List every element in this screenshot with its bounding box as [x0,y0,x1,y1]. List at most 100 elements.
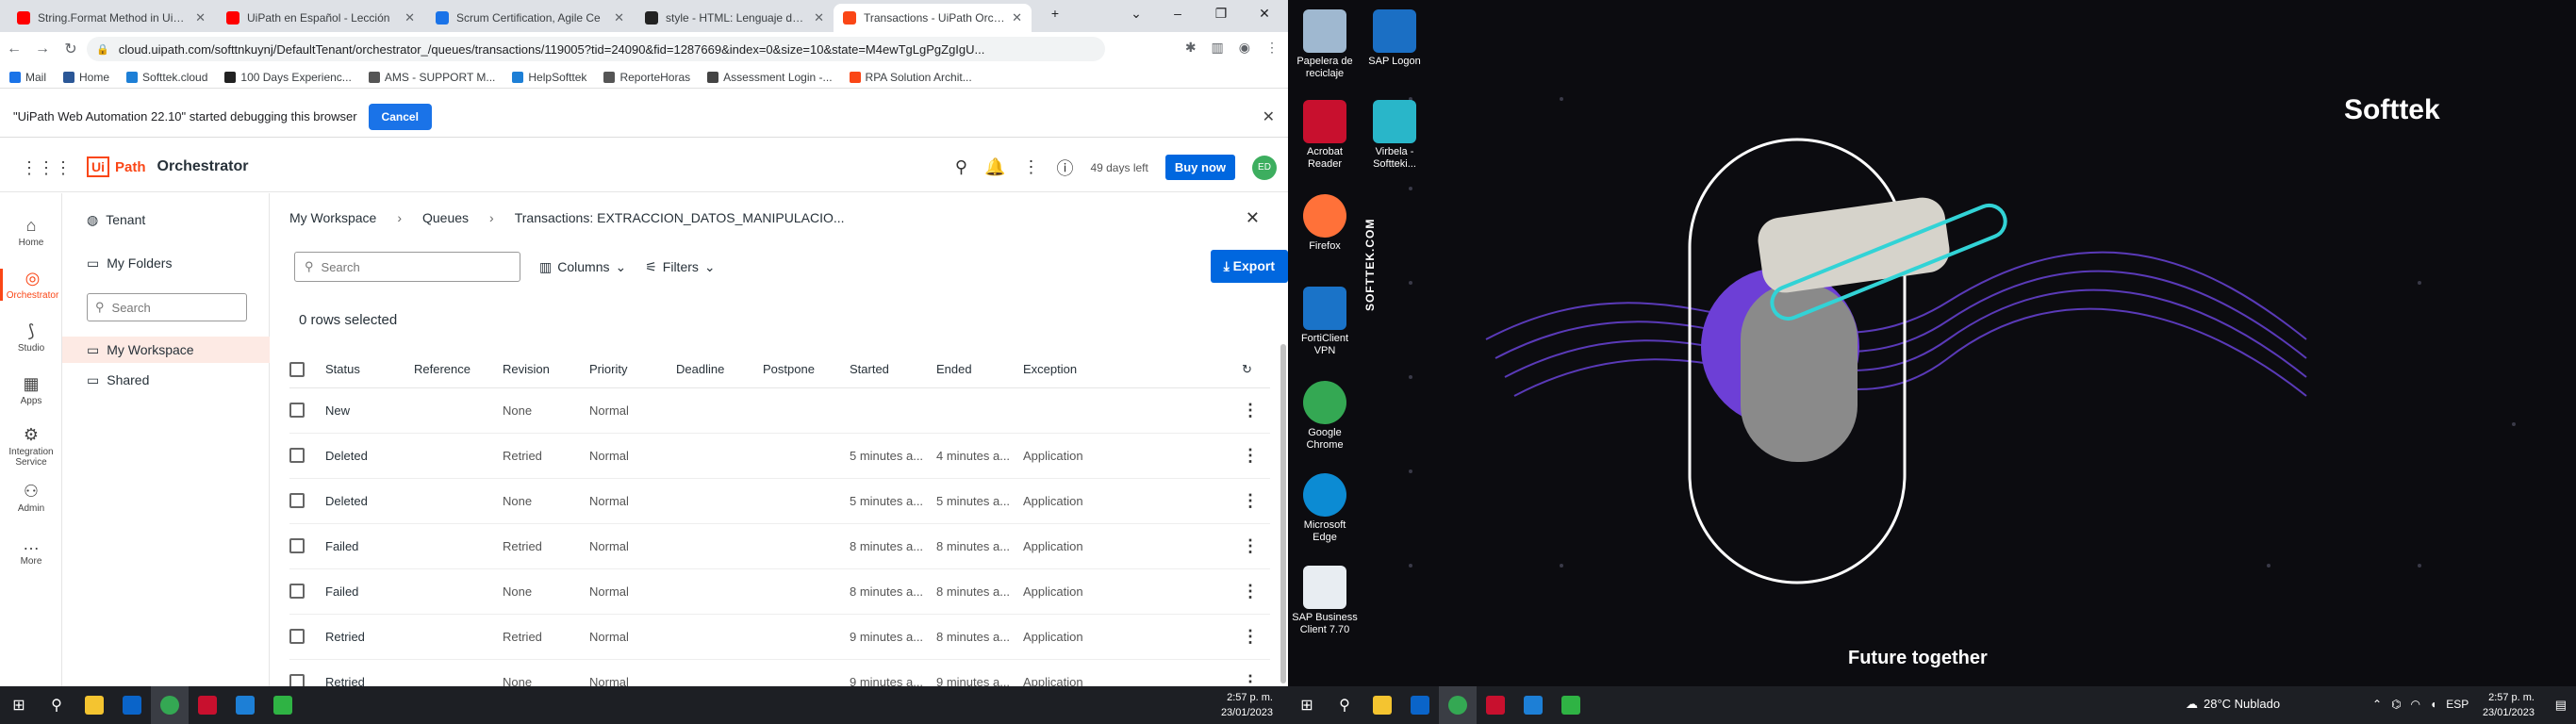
rail-apps[interactable]: ▦ Apps [0,374,62,406]
start-button-icon[interactable]: ⊞ [1288,686,1326,724]
table-row[interactable]: Retried None Normal 9 minutes a... 9 minutes… [289,659,1270,686]
row-actions-icon[interactable]: ⋮ [1242,582,1259,601]
folder-my-workspace[interactable]: ▭ My Workspace [62,337,270,363]
acrobat-icon[interactable] [189,686,226,724]
my-folders-header[interactable]: ▭ My Folders [62,250,270,276]
uipath-assistant-icon[interactable] [1552,686,1590,724]
column-header[interactable]: Exception [1023,352,1242,388]
bookmark[interactable]: Mail [9,71,46,84]
language-indicator[interactable]: ESP [2446,698,2469,711]
desktop-icon-sap-business-client[interactable]: SAP Business Client 7.70 [1292,566,1358,636]
outlook-icon[interactable] [113,686,151,724]
more-icon[interactable]: ⋮ [1022,157,1039,177]
bookmark[interactable]: AMS - SUPPORT M... [368,71,495,84]
file-explorer-icon[interactable] [1363,686,1401,724]
rail-studio[interactable]: ⟆ Studio [0,321,62,354]
bookmark[interactable]: Assessment Login -... [707,71,833,84]
close-tab-icon[interactable]: ✕ [614,10,624,25]
row-checkbox[interactable] [289,629,305,645]
avatar[interactable]: ED [1252,155,1277,180]
sidebar-icon[interactable]: ▥ [1212,40,1224,56]
row-actions-icon[interactable]: ⋮ [1242,672,1259,687]
columns-button[interactable]: ▥ Columns ⌄ [539,259,626,275]
filters-button[interactable]: ⚟ Filters ⌄ [645,259,715,275]
rail-integration-service[interactable]: ⚙ Integration Service [0,425,62,468]
row-checkbox[interactable] [289,403,305,419]
refresh-icon[interactable]: ↻ [1242,362,1252,376]
forward-icon[interactable]: → [28,41,57,58]
desktop-icon-firefox[interactable]: Firefox [1292,194,1358,253]
outlook-icon[interactable] [1401,686,1439,724]
uipath-assistant-icon[interactable] [264,686,302,724]
softtek-app-icon[interactable] [226,686,264,724]
taskbar-clock[interactable]: 2:57 p. m. 23/01/2023 [2483,690,2535,720]
softtek-app-icon[interactable] [1514,686,1552,724]
rail-orchestrator[interactable]: ◎ Orchestrator [0,269,62,301]
desktop-icon-recycle-bin[interactable]: Papelera de reciclaje [1292,9,1358,80]
extensions-icon[interactable]: ✱ [1185,40,1197,56]
row-checkbox[interactable] [289,674,305,686]
desktop-icon-virbela[interactable]: Virbela - Softteki... [1362,100,1428,171]
profile-icon[interactable]: ◉ [1239,40,1250,56]
cancel-debug-button[interactable]: Cancel [368,103,432,130]
restore-icon[interactable]: ❐ [1207,6,1235,22]
scrollbar[interactable] [1280,344,1286,683]
chevron-down-icon[interactable]: ⌄ [1122,6,1150,22]
table-row[interactable]: Retried Retried Normal 9 minutes a... 8 minu… [289,614,1270,660]
rail-more[interactable]: … More [0,535,62,567]
chrome-icon[interactable] [151,686,189,724]
column-header[interactable]: Ended [936,352,1023,388]
select-all-checkbox[interactable] [289,362,305,378]
browser-tab[interactable]: style - HTML: Lenguaje de etiq ✕ [636,4,834,32]
browser-tab[interactable]: String.Format Method in UiPath ✕ [8,4,215,32]
desktop-icon-forticlient[interactable]: FortiClient VPN [1292,287,1358,357]
menu-icon[interactable]: ⋮ [1265,40,1279,56]
close-icon[interactable]: ✕ [1263,107,1275,126]
breadcrumb-workspace[interactable]: My Workspace [289,210,376,225]
back-icon[interactable]: ← [0,41,28,58]
column-header[interactable]: Deadline [676,352,763,388]
app-launcher-icon[interactable]: ⋮⋮⋮ [21,158,72,178]
table-row[interactable]: New None Normal ⋮ [289,387,1270,434]
chevron-up-icon[interactable]: ⌃ [2372,698,2382,711]
column-header[interactable]: Status [325,352,414,388]
bookmark[interactable]: ReporteHoras [603,71,690,84]
bookmark[interactable]: 100 Days Experienc... [224,71,352,84]
column-header[interactable]: Reference [414,352,503,388]
column-header[interactable]: Revision [503,352,589,388]
reload-icon[interactable]: ↻ [57,40,85,58]
row-actions-icon[interactable]: ⋮ [1242,536,1259,555]
folder-search-input[interactable]: ⚲ Search [87,293,247,321]
buy-now-button[interactable]: Buy now [1164,155,1235,180]
folder-shared[interactable]: ▭ Shared [62,367,270,393]
bookmark[interactable]: Softtek.cloud [126,71,207,84]
row-checkbox[interactable] [289,493,305,509]
weather-widget[interactable]: ☁ 28°C Nublado [2186,697,2280,712]
search-icon[interactable]: ⚲ [38,686,75,724]
table-row[interactable]: Failed Retried Normal 8 minutes a... 8 minut… [289,523,1270,569]
bookmark[interactable]: RPA Solution Archit... [849,71,972,84]
new-tab-icon[interactable]: + [1041,6,1069,21]
chrome-icon[interactable] [1439,686,1477,724]
close-window-icon[interactable]: ✕ [1250,6,1279,22]
desktop-icon-edge[interactable]: Microsoft Edge [1292,473,1358,544]
bookmark[interactable]: Home [63,71,109,84]
close-tab-icon[interactable]: ✕ [1012,10,1022,25]
bell-icon[interactable]: 🔔 [984,157,1005,177]
close-icon[interactable]: ✕ [1246,208,1260,228]
rail-admin[interactable]: ⚇ Admin [0,482,62,514]
browser-tab[interactable]: UiPath en Español - Lección ✕ [217,4,424,32]
file-explorer-icon[interactable] [75,686,113,724]
wifi-icon[interactable]: ◠ [2411,698,2420,711]
network-icon[interactable]: ⌬ [2391,698,2401,711]
desktop-icon-acrobat[interactable]: Acrobat Reader [1292,100,1358,171]
desktop-icon-sap-logon[interactable]: SAP Logon [1362,9,1428,68]
row-actions-icon[interactable]: ⋮ [1242,446,1259,465]
desktop-icon-chrome[interactable]: Google Chrome [1292,381,1358,452]
close-tab-icon[interactable]: ✕ [814,10,824,25]
rail-home[interactable]: ⌂ Home [0,216,62,248]
row-checkbox[interactable] [289,448,305,464]
table-row[interactable]: Deleted None Normal 5 minutes a... 5 minutes… [289,478,1270,524]
table-row[interactable]: Failed None Normal 8 minutes a... 8 minutes … [289,568,1270,615]
breadcrumb-queues[interactable]: Queues [422,210,469,225]
